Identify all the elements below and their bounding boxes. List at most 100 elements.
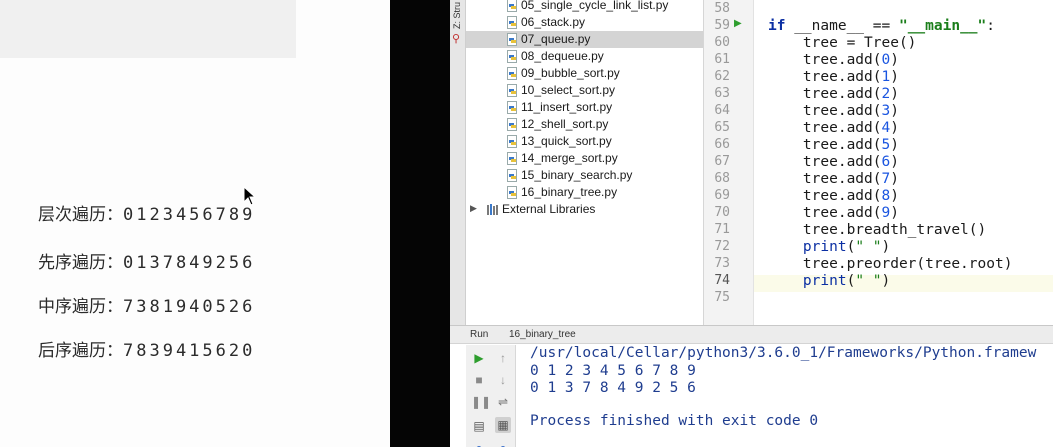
code-line: tree.add(6): [768, 154, 899, 170]
tree-file-item[interactable]: 06_stack.py: [466, 14, 703, 31]
inorder-sequence: 7381940526: [123, 297, 256, 317]
console-line: /usr/local/Cellar/python3/3.6.0_1/Framew…: [530, 345, 1037, 361]
tree-file-item[interactable]: 14_merge_sort.py: [466, 150, 703, 167]
code-line: print(" "): [802, 273, 891, 289]
line-gutter: ▶ 58 59 60 61 62 63 64 65 66 67 68 69 70 71 72 73 74 75: [704, 0, 754, 325]
rerun-icon[interactable]: ▶: [471, 350, 487, 366]
level-order-sequence: 0123456789: [123, 205, 256, 225]
soft-wrap-icon[interactable]: ⇌: [495, 394, 511, 410]
python-file-icon: [507, 0, 519, 12]
library-icon: [487, 204, 498, 215]
tree-file-item[interactable]: 13_quick_sort.py: [466, 133, 703, 150]
code-line: tree.add(2): [768, 86, 899, 102]
tree-file-label: 11_insert_sort.py: [521, 100, 613, 114]
line-number: 70: [714, 205, 730, 220]
run-panel: Run 16_binary_tree ▶ ■ ❚❚ ▤ ● ↑ ↓ ⇌ ▦ ● …: [450, 325, 1053, 447]
stop-icon[interactable]: ■: [471, 372, 487, 388]
tree-file-item[interactable]: 08_dequeue.py: [466, 48, 703, 65]
tree-file-item[interactable]: 07_queue.py: [466, 31, 703, 48]
python-file-icon: [507, 118, 519, 131]
line-number: 68: [714, 171, 730, 186]
tree-file-label: 12_shell_sort.py: [521, 117, 609, 131]
tree-file-label: 15_binary_search.py: [521, 168, 633, 182]
tree-file-label: 09_bubble_sort.py: [521, 66, 620, 80]
python-file-icon: [507, 16, 519, 29]
code-line: tree.add(7): [768, 171, 899, 187]
line-number: 64: [714, 103, 730, 118]
run-label: Run: [470, 329, 489, 340]
line-number: 71: [714, 222, 730, 237]
tree-file-item[interactable]: 11_insert_sort.py: [466, 99, 703, 116]
console-output[interactable]: /usr/local/Cellar/python3/3.6.0_1/Framew…: [530, 345, 1053, 447]
tree-file-label: 13_quick_sort.py: [521, 134, 612, 148]
code-line: tree.preorder(tree.root): [768, 256, 1013, 272]
tree-file-item[interactable]: 12_shell_sort.py: [466, 116, 703, 133]
line-number: 63: [714, 86, 730, 101]
code-line: tree.add(9): [768, 205, 899, 221]
run-gutter-icon[interactable]: ▶: [734, 18, 742, 29]
slide-panel: 层次遍历：0123456789 先序遍历：0137849256 中序遍历：738…: [0, 0, 390, 447]
code-editor[interactable]: if __name__ == "__main__": tree = Tree()…: [754, 0, 1053, 325]
tree-external-libraries[interactable]: ▶ External Libraries: [466, 201, 703, 218]
line-number: 60: [714, 35, 730, 50]
inorder-label: 中序遍历：: [38, 297, 123, 317]
preorder-sequence: 0137849256: [123, 253, 256, 273]
line-number: 61: [714, 52, 730, 67]
line-number: 72: [714, 239, 730, 254]
python-file-icon: [507, 84, 519, 97]
python-file-icon: [507, 67, 519, 80]
run-header: Run 16_binary_tree: [450, 326, 1053, 344]
tree-file-item[interactable]: 16_binary_tree.py: [466, 184, 703, 201]
structure-icon[interactable]: ⚲: [452, 32, 460, 45]
tree-file-label: 16_binary_tree.py: [521, 185, 618, 199]
postorder-sequence: 7839415620: [123, 341, 256, 361]
structure-tab[interactable]: Z: Stru: [452, 0, 464, 30]
project-tree: 05_single_cycle_link_list.py 06_stack.py 0…: [466, 0, 704, 325]
tree-file-label: 10_select_sort.py: [521, 83, 616, 97]
line-number: 65: [714, 120, 730, 135]
screen-divider: [390, 0, 450, 447]
console-line: 0 1 3 7 8 4 9 2 5 6: [530, 380, 696, 396]
line-number: 58: [714, 1, 730, 16]
python-file-icon: [507, 135, 519, 148]
run-config-tab[interactable]: 16_binary_tree: [509, 329, 576, 340]
pin-icon[interactable]: ●: [471, 440, 487, 447]
trash-icon[interactable]: ●: [495, 440, 511, 447]
console-line: Process finished with exit code 0: [530, 413, 819, 429]
tree-file-item[interactable]: 05_single_cycle_link_list.py: [466, 0, 703, 14]
line-number: 73: [714, 256, 730, 271]
external-libraries-label: External Libraries: [502, 202, 596, 216]
code-line: tree.breadth_travel(): [768, 222, 987, 238]
settings-icon[interactable]: ▤: [471, 418, 487, 434]
python-file-icon: [507, 169, 519, 182]
code-line: tree.add(1): [768, 69, 899, 85]
line-number: 59: [714, 18, 730, 33]
code-line: tree.add(8): [768, 188, 899, 204]
python-file-icon: [507, 186, 519, 199]
tree-file-item[interactable]: 10_select_sort.py: [466, 82, 703, 99]
line-number: 66: [714, 137, 730, 152]
python-file-icon: [507, 50, 519, 63]
tree-file-label: 07_queue.py: [521, 32, 591, 46]
tree-file-item[interactable]: 15_binary_search.py: [466, 167, 703, 184]
expand-arrow-icon[interactable]: ▶: [470, 203, 477, 214]
mouse-cursor-icon: [243, 186, 257, 206]
run-toolbar: ▶ ■ ❚❚ ▤ ● ↑ ↓ ⇌ ▦ ●: [466, 345, 516, 447]
code-line: tree.add(0): [768, 52, 899, 68]
level-order-row: 层次遍历：0123456789: [38, 200, 255, 225]
scroll-up-icon[interactable]: ↑: [495, 350, 511, 366]
preorder-label: 先序遍历：: [38, 253, 123, 273]
pause-icon[interactable]: ❚❚: [471, 394, 491, 410]
scroll-down-icon[interactable]: ↓: [495, 372, 511, 388]
print-icon[interactable]: ▦: [495, 417, 511, 433]
tool-window-strip: Z: Stru ⚲: [450, 0, 466, 325]
tree-file-label: 06_stack.py: [521, 15, 586, 29]
line-number: 74: [714, 273, 730, 288]
tree-file-label: 14_merge_sort.py: [521, 151, 618, 165]
line-number: 75: [714, 290, 730, 305]
python-file-icon: [507, 152, 519, 165]
tree-file-item[interactable]: 09_bubble_sort.py: [466, 65, 703, 82]
ide-window: Z: Stru ⚲ 05_single_cycle_link_list.py 06…: [450, 0, 1053, 447]
python-file-icon: [507, 101, 519, 114]
inorder-row: 中序遍历：7381940526: [38, 292, 255, 317]
